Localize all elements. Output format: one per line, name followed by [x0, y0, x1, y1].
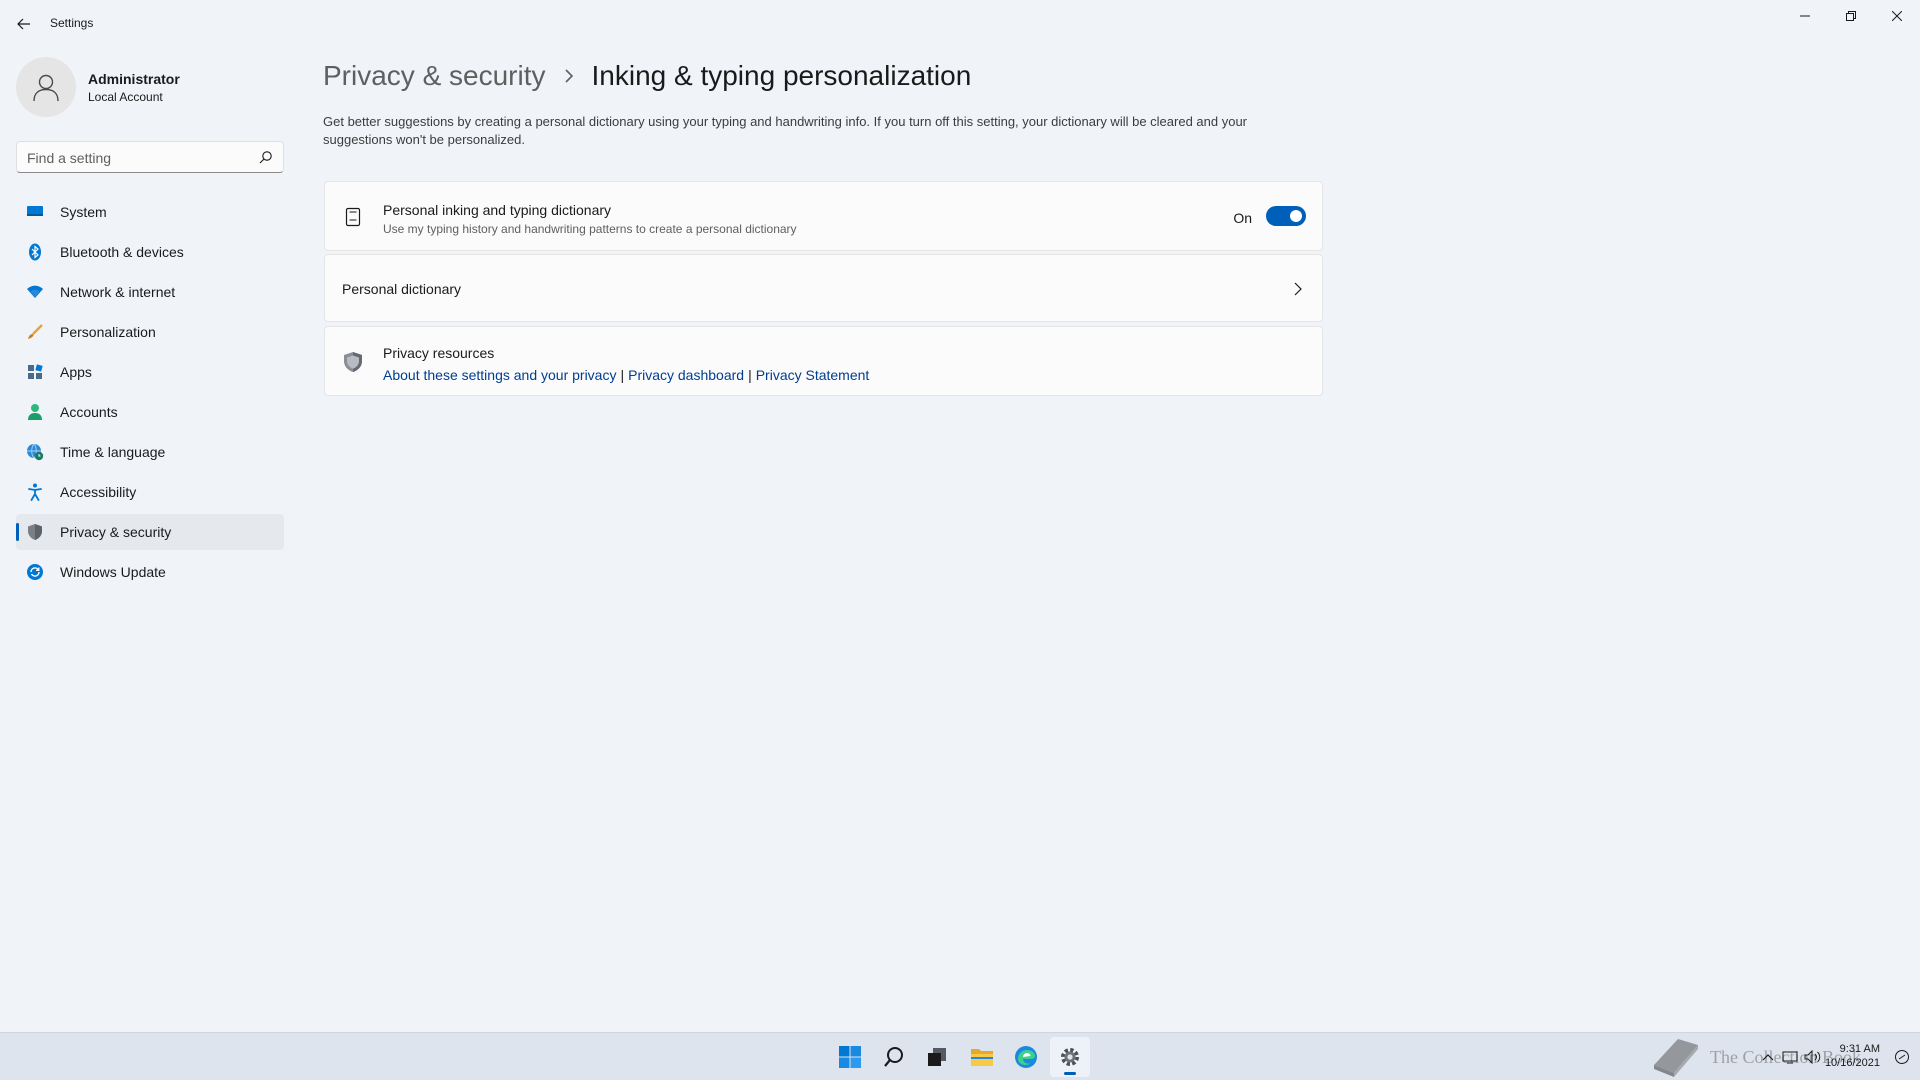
about-privacy-link[interactable]: About these settings and your privacy [383, 367, 616, 383]
sidebar-item-windows-update[interactable]: Windows Update [16, 554, 284, 590]
breadcrumb-parent-link[interactable]: Privacy & security [323, 60, 546, 92]
search-box[interactable] [16, 141, 284, 173]
breadcrumb: Privacy & security Inking & typing perso… [323, 56, 971, 96]
user-icon [33, 74, 59, 102]
search-input[interactable] [27, 148, 247, 168]
sidebar-item-label: Time & language [60, 444, 166, 460]
sidebar-item-label: Bluetooth & devices [60, 244, 184, 260]
search-icon [884, 1047, 903, 1067]
page-description: Get better suggestions by creating a per… [323, 114, 1248, 147]
chevron-right-icon [564, 69, 574, 83]
taskbar-search-button[interactable] [874, 1037, 914, 1077]
volume-icon[interactable] [1804, 1050, 1822, 1064]
sidebar-item-accounts[interactable]: Accounts [16, 394, 284, 430]
sidebar-item-label: Apps [60, 364, 92, 380]
sidebar-item-personalization[interactable]: Personalization [16, 314, 284, 350]
settings-taskbar-button[interactable] [1050, 1037, 1090, 1077]
sidebar-item-label: Personalization [60, 324, 156, 340]
wifi-icon [26, 283, 44, 301]
settings-icon [1061, 1048, 1079, 1066]
toggle-knob [1290, 210, 1302, 222]
clock-time: 9:31 AM [1839, 1043, 1880, 1055]
back-button[interactable] [12, 12, 36, 36]
update-icon [26, 563, 44, 581]
privacy-links: About these settings and your privacy | Pr… [383, 367, 869, 383]
task-view-icon [928, 1048, 946, 1066]
personal-dictionary-link-card[interactable]: Personal dictionary [324, 254, 1323, 322]
sidebar-nav: System Bluetooth & devices Network & int… [16, 194, 284, 594]
sidebar-item-label: Accounts [60, 404, 118, 420]
privacy-dashboard-link[interactable]: Privacy dashboard [628, 367, 744, 383]
edge-button[interactable] [1006, 1037, 1046, 1077]
back-arrow-icon [17, 18, 30, 30]
system-icon [26, 203, 44, 221]
start-icon [839, 1046, 861, 1068]
setting-description: Use my typing history and handwriting pa… [383, 222, 797, 236]
file-explorer-button[interactable] [962, 1037, 1002, 1077]
avatar [16, 57, 76, 117]
user-name: Administrator [88, 71, 180, 87]
link-separator: | [620, 367, 625, 383]
sidebar-item-system[interactable]: System [16, 194, 284, 230]
toggle-state-label: On [1233, 210, 1252, 226]
book-icon [1654, 1039, 1698, 1077]
link-separator: | [748, 367, 752, 383]
minimize-button[interactable] [1782, 0, 1828, 32]
search-icon[interactable] [259, 150, 273, 164]
sidebar-item-network[interactable]: Network & internet [16, 274, 284, 310]
chevron-right-icon [1292, 281, 1304, 297]
edge-icon [1015, 1046, 1037, 1068]
minimize-icon [1800, 15, 1810, 17]
sidebar-item-label: System [60, 204, 107, 220]
clock[interactable]: 9:31 AM 10/16/2021 [1825, 1042, 1880, 1070]
page-title: Inking & typing personalization [591, 60, 972, 91]
sidebar-item-label: Windows Update [60, 564, 166, 580]
chevron-up-icon[interactable] [1762, 1052, 1774, 1062]
bluetooth-icon [26, 243, 44, 261]
brush-icon [26, 323, 44, 341]
sidebar-item-label: Privacy & security [60, 524, 172, 540]
privacy-resources-title: Privacy resources [383, 345, 495, 361]
sidebar-item-bluetooth[interactable]: Bluetooth & devices [16, 234, 284, 270]
sidebar-item-label: Network & internet [60, 284, 176, 300]
system-tray [1762, 1033, 1822, 1080]
dictionary-toggle[interactable] [1266, 206, 1306, 226]
notification-icon [1895, 1050, 1909, 1064]
user-profile[interactable]: Administrator Local Account [16, 57, 286, 117]
clock-date: 10/16/2021 [1824, 1057, 1880, 1069]
close-button[interactable] [1874, 0, 1920, 32]
network-icon[interactable] [1782, 1050, 1798, 1064]
apps-icon [26, 363, 44, 381]
task-view-button[interactable] [917, 1037, 957, 1077]
dictionary-setting-card: Personal inking and typing dictionary Us… [324, 181, 1323, 251]
globe-clock-icon [26, 443, 44, 461]
title-bar: Settings [0, 0, 1920, 48]
sidebar-item-label: Accessibility [60, 484, 137, 500]
start-button[interactable] [830, 1037, 870, 1077]
privacy-resources-card: Privacy resources About these settings a… [324, 326, 1323, 396]
accessibility-icon [26, 483, 44, 501]
taskbar: The Collection Book 9:31 AM 10/16/2021 [0, 1032, 1920, 1080]
file-explorer-icon [971, 1049, 993, 1066]
sidebar-item-privacy-security[interactable]: Privacy & security [16, 514, 284, 550]
shield-icon [26, 523, 44, 541]
sidebar-item-accessibility[interactable]: Accessibility [16, 474, 284, 510]
sidebar-item-time-language[interactable]: Time & language [16, 434, 284, 470]
close-icon [1892, 11, 1902, 21]
notepad-icon [343, 206, 363, 228]
shield-icon [343, 351, 363, 373]
setting-title: Personal inking and typing dictionary [383, 202, 612, 218]
restore-icon [1846, 11, 1856, 21]
notifications-button[interactable] [1894, 1049, 1910, 1070]
account-type: Local Account [88, 90, 163, 104]
accounts-icon [26, 403, 44, 421]
app-title: Settings [50, 16, 94, 30]
personal-dictionary-label: Personal dictionary [342, 281, 462, 297]
restore-button[interactable] [1828, 0, 1874, 32]
sidebar-item-apps[interactable]: Apps [16, 354, 284, 390]
privacy-statement-link[interactable]: Privacy Statement [756, 367, 870, 383]
